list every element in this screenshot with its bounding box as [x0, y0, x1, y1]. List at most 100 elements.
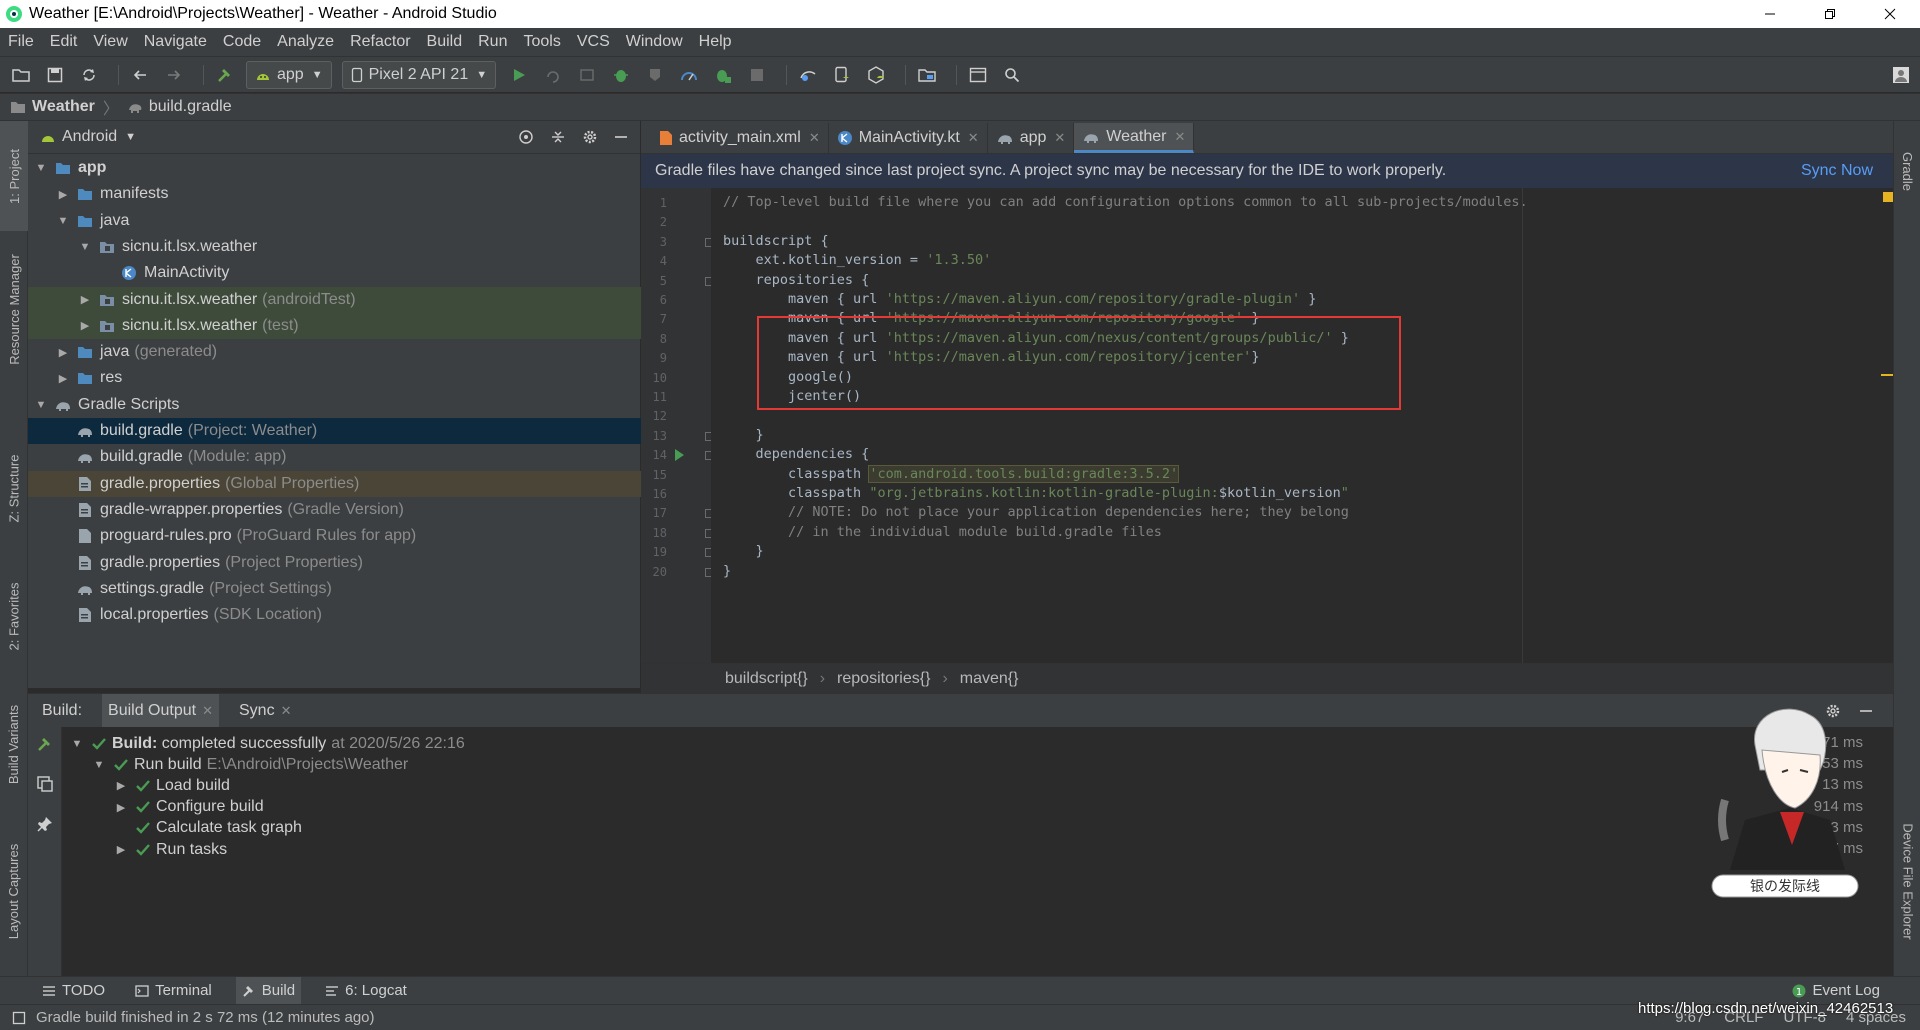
build-tree-item[interactable]: ▶ Run tasks [114, 839, 227, 860]
close-icon[interactable]: ✕ [809, 130, 820, 146]
project-tool-tab[interactable]: 1: Project [0, 121, 28, 231]
collapse-all-icon[interactable] [550, 129, 566, 145]
build-tree-item[interactable]: ▶ Configure build [114, 797, 264, 818]
sync-gradle-icon[interactable] [795, 62, 821, 88]
favorites-tool-tab[interactable]: 2: Favorites [0, 561, 28, 671]
close-icon[interactable]: ✕ [968, 130, 979, 146]
code-line[interactable]: } [723, 543, 764, 559]
chevron-down-icon[interactable]: ▼ [125, 131, 136, 143]
menu-edit[interactable]: Edit [42, 33, 86, 51]
crumb-maven[interactable]: maven{} [960, 670, 1019, 688]
code-line[interactable]: maven { url 'https://maven.aliyun.com/re… [723, 291, 1316, 307]
layout-inspector-icon[interactable] [965, 62, 991, 88]
run-gutter-icon[interactable] [675, 449, 684, 462]
tab-terminal[interactable]: Terminal [129, 977, 218, 1005]
open-folder-icon[interactable] [8, 62, 34, 88]
code-line[interactable]: repositories { [723, 272, 870, 288]
debug-bug-icon[interactable] [608, 62, 634, 88]
code-editor[interactable]: // Top-level build file where you can ad… [711, 188, 1881, 663]
expanded-arrow-icon[interactable]: ▼ [78, 241, 92, 253]
tab-sync[interactable]: Sync ✕ [233, 694, 297, 728]
warning-stripe-marker[interactable] [1881, 374, 1893, 376]
tree-item[interactable]: ▶ java (generated) [28, 339, 641, 365]
tab-todo[interactable]: TODO [36, 977, 111, 1005]
apply-code-changes-icon[interactable] [574, 62, 600, 88]
menu-file[interactable]: File [0, 33, 42, 51]
collapsed-arrow-icon[interactable]: ▶ [78, 293, 92, 306]
tree-item[interactable]: ▼ Gradle Scripts [28, 392, 641, 418]
code-line[interactable]: // in the individual module build.gradle… [723, 524, 1162, 540]
stop-icon[interactable] [744, 62, 770, 88]
tree-item[interactable]: ▼ java [28, 208, 641, 234]
menu-navigate[interactable]: Navigate [136, 33, 215, 51]
menu-analyze[interactable]: Analyze [269, 33, 342, 51]
breadcrumb-file[interactable]: build.gradle [149, 98, 232, 116]
menu-window[interactable]: Window [618, 33, 691, 51]
run-play-icon[interactable] [506, 62, 532, 88]
tree-item[interactable]: ▶ res [28, 365, 641, 391]
collapsed-arrow-icon[interactable]: ▶ [78, 319, 92, 332]
gradle-tool-tab[interactable]: Gradle [1894, 131, 1920, 211]
avd-manager-icon[interactable] [829, 62, 855, 88]
code-line[interactable]: ext.kotlin_version = '1.3.50' [723, 252, 992, 268]
tree-item[interactable]: ▼ app [28, 155, 641, 181]
locate-target-icon[interactable] [518, 129, 534, 145]
event-log-button[interactable]: 1 Event Log [1792, 982, 1880, 999]
expanded-arrow-icon[interactable]: ▼ [34, 162, 48, 174]
collapsed-arrow-icon[interactable]: ▶ [114, 801, 128, 814]
tree-item[interactable]: build.gradle (Module: app) [28, 444, 641, 470]
inspection-warning-icon[interactable] [1883, 192, 1893, 202]
close-button[interactable] [1860, 0, 1920, 28]
code-line[interactable]: dependencies { [723, 446, 870, 462]
account-icon[interactable] [1888, 62, 1914, 88]
menu-view[interactable]: View [85, 33, 135, 51]
menu-help[interactable]: Help [691, 33, 740, 51]
tree-item[interactable]: ▶ manifests [28, 181, 641, 207]
menu-vcs[interactable]: VCS [569, 33, 618, 51]
collapsed-arrow-icon[interactable]: ▶ [114, 843, 128, 856]
tree-item[interactable]: proguard-rules.pro (ProGuard Rules for ap… [28, 523, 641, 549]
menu-code[interactable]: Code [215, 33, 269, 51]
menu-run[interactable]: Run [470, 33, 515, 51]
layout-captures-tool-tab[interactable]: Layout Captures [0, 826, 28, 956]
project-structure-icon[interactable] [914, 62, 940, 88]
editor-tab[interactable]: app ✕ [988, 123, 1075, 153]
tab-build-output[interactable]: Build Output ✕ [102, 693, 219, 728]
sync-icon[interactable] [76, 62, 102, 88]
build-tree-item[interactable]: Calculate task graph [114, 818, 302, 839]
close-icon[interactable]: ✕ [202, 703, 213, 719]
tree-item[interactable]: ▶ sicnu.it.lsx.weather (test) [28, 312, 641, 339]
code-line[interactable]: } [723, 427, 764, 443]
structure-tool-tab[interactable]: Z: Structure [0, 433, 28, 543]
toggle-tool-windows-icon[interactable] [12, 1011, 26, 1025]
close-icon[interactable]: ✕ [281, 703, 292, 719]
code-line[interactable]: classpath 'com.android.tools.build:gradl… [723, 464, 1180, 483]
build-tree-item[interactable]: ▼ Run build E:\Android\Projects\Weather [92, 754, 409, 775]
tab-build[interactable]: Build [235, 976, 302, 1005]
crumb-buildscript[interactable]: buildscript{} [725, 670, 808, 688]
menu-build[interactable]: Build [419, 33, 471, 51]
pin-icon[interactable] [36, 815, 54, 833]
tree-item[interactable]: build.gradle (Project: Weather) [28, 418, 641, 444]
code-line[interactable]: // NOTE: Do not place your application d… [723, 504, 1349, 520]
expanded-arrow-icon[interactable]: ▼ [70, 738, 84, 750]
menu-refactor[interactable]: Refactor [342, 33, 418, 51]
code-line[interactable]: // Top-level build file where you can ad… [723, 194, 1528, 210]
collapsed-arrow-icon[interactable]: ▶ [56, 188, 70, 201]
tree-item[interactable]: local.properties (SDK Location) [28, 602, 641, 628]
make-project-hammer-icon[interactable] [212, 62, 238, 88]
run-config-dropdown[interactable]: app ▼ [246, 60, 332, 89]
back-arrow-icon[interactable] [127, 62, 153, 88]
menu-tools[interactable]: Tools [515, 33, 568, 51]
attach-debugger-icon[interactable] [710, 62, 736, 88]
expanded-arrow-icon[interactable]: ▼ [92, 759, 106, 771]
tree-item[interactable]: gradle.properties (Project Properties) [28, 550, 641, 576]
project-view-selector[interactable]: Android [62, 128, 117, 146]
collapsed-arrow-icon[interactable]: ▶ [56, 346, 70, 359]
save-all-icon[interactable] [42, 62, 68, 88]
collapsed-arrow-icon[interactable]: ▶ [114, 779, 128, 792]
hide-panel-icon[interactable] [614, 130, 628, 144]
tree-item[interactable]: gradle.properties (Global Properties) [28, 470, 641, 497]
run-coverage-icon[interactable] [642, 62, 668, 88]
toggle-view-icon[interactable] [36, 775, 54, 793]
